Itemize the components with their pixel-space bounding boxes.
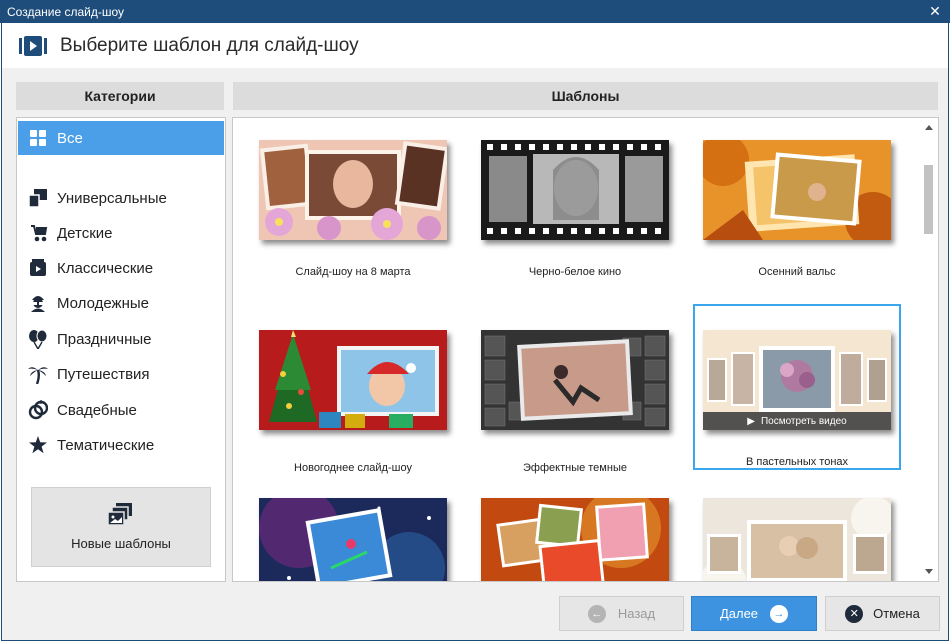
next-button[interactable]: Далее → [691, 596, 817, 631]
rings-icon [28, 400, 48, 420]
template-thumbnail [481, 498, 669, 581]
templates-heading: Шаблоны [233, 82, 938, 110]
slideshow-play-icon [19, 35, 47, 57]
category-item-classic[interactable]: Классические [18, 251, 224, 285]
category-label: Все [57, 129, 83, 147]
preview-video-label: Посмотреть видео [760, 415, 847, 427]
new-templates-label: Новые шаблоны [71, 536, 171, 551]
scrollbar-thumb[interactable] [924, 165, 933, 234]
category-item-all[interactable]: Все [18, 121, 224, 155]
category-item-wedding[interactable]: Свадебные [18, 393, 224, 427]
template-label: Новогоднее слайд-шоу [294, 462, 412, 474]
template-thumbnail [703, 140, 891, 240]
arrow-left-icon: ← [587, 604, 606, 623]
window-title: Создание слайд-шоу [7, 4, 124, 19]
back-button[interactable]: ← Назад [559, 596, 684, 631]
category-item-universal[interactable]: Универсальные [18, 181, 224, 215]
template-card[interactable]: Черно-белое кино [481, 140, 687, 280]
category-label: Классические [57, 259, 154, 277]
template-label: В пастельных тонах [745, 456, 849, 468]
layers-icon [28, 188, 48, 208]
arrow-right-icon: → [770, 604, 789, 623]
template-label: Слайд-шоу на 8 марта [295, 266, 411, 278]
templates-panel: Слайд-шоу на 8 марта Черно-белое кино Ос… [232, 117, 939, 582]
category-item-kids[interactable]: Детские [18, 216, 224, 250]
template-card[interactable]: Эффектные темные [481, 330, 687, 474]
template-card[interactable] [259, 498, 465, 581]
next-label: Далее [719, 606, 759, 621]
template-thumbnail [703, 498, 891, 581]
scroll-down-arrow[interactable] [925, 569, 933, 574]
window-titlebar: Создание слайд-шоу ✕ [0, 0, 950, 23]
template-label: Осенний вальс [758, 266, 836, 278]
category-label: Детские [57, 224, 113, 242]
template-card[interactable]: Новогоднее слайд-шоу [259, 330, 465, 474]
new-templates-button[interactable]: Новые шаблоны [31, 487, 211, 567]
star-icon [28, 435, 48, 455]
dialog-header: Выберите шаблон для слайд-шоу [2, 23, 948, 68]
dialog-window: Выберите шаблон для слайд-шоу Категории … [1, 23, 949, 641]
cancel-button[interactable]: ✕ Отмена [825, 596, 940, 631]
template-label: Эффектные темные [523, 462, 627, 474]
template-card[interactable]: Слайд-шоу на 8 марта [259, 140, 465, 280]
template-thumbnail [259, 330, 447, 430]
scroll-up-arrow[interactable] [925, 125, 933, 130]
hipster-icon [28, 293, 48, 313]
template-thumbnail [481, 140, 669, 240]
film-icon [28, 258, 48, 278]
category-item-youth[interactable]: Молодежные [18, 286, 224, 320]
category-item-holiday[interactable]: Праздничные [18, 322, 224, 356]
template-card[interactable]: Осенний вальс [703, 140, 909, 280]
template-card[interactable] [703, 498, 909, 581]
categories-heading: Категории [16, 82, 224, 110]
category-item-thematic[interactable]: Тематические [18, 428, 224, 462]
back-label: Назад [617, 606, 656, 621]
templates-scrollbar[interactable] [921, 119, 937, 580]
template-thumbnail [259, 140, 447, 240]
palm-icon [28, 364, 48, 384]
template-thumbnail [259, 498, 447, 581]
page-title: Выберите шаблон для слайд-шоу [60, 34, 359, 56]
cancel-label: Отмена [873, 606, 920, 621]
template-thumbnail: ▶ Посмотреть видео [703, 330, 891, 430]
category-label: Тематические [57, 436, 155, 454]
category-item-travel[interactable]: Путешествия [18, 357, 224, 391]
play-icon: ▶ [747, 415, 755, 427]
category-label: Путешествия [57, 365, 150, 383]
stroller-icon [28, 223, 48, 243]
preview-video-button[interactable]: ▶ Посмотреть видео [703, 412, 891, 430]
categories-panel: Все Универсальные Детские Классические М… [16, 117, 226, 582]
template-label: Черно-белое кино [528, 266, 622, 278]
template-card[interactable] [481, 498, 687, 581]
new-templates-icon [107, 503, 134, 527]
category-label: Молодежные [57, 294, 149, 312]
grid-icon [28, 128, 48, 148]
balloons-icon [28, 329, 48, 349]
category-label: Праздничные [57, 330, 152, 348]
close-icon[interactable]: ✕ [920, 0, 950, 23]
template-thumbnail [481, 330, 669, 430]
category-label: Универсальные [57, 189, 167, 207]
category-label: Свадебные [57, 401, 137, 419]
template-card-selected[interactable]: ▶ Посмотреть видео В пастельных тонах [693, 304, 901, 470]
close-circle-icon: ✕ [845, 604, 864, 623]
